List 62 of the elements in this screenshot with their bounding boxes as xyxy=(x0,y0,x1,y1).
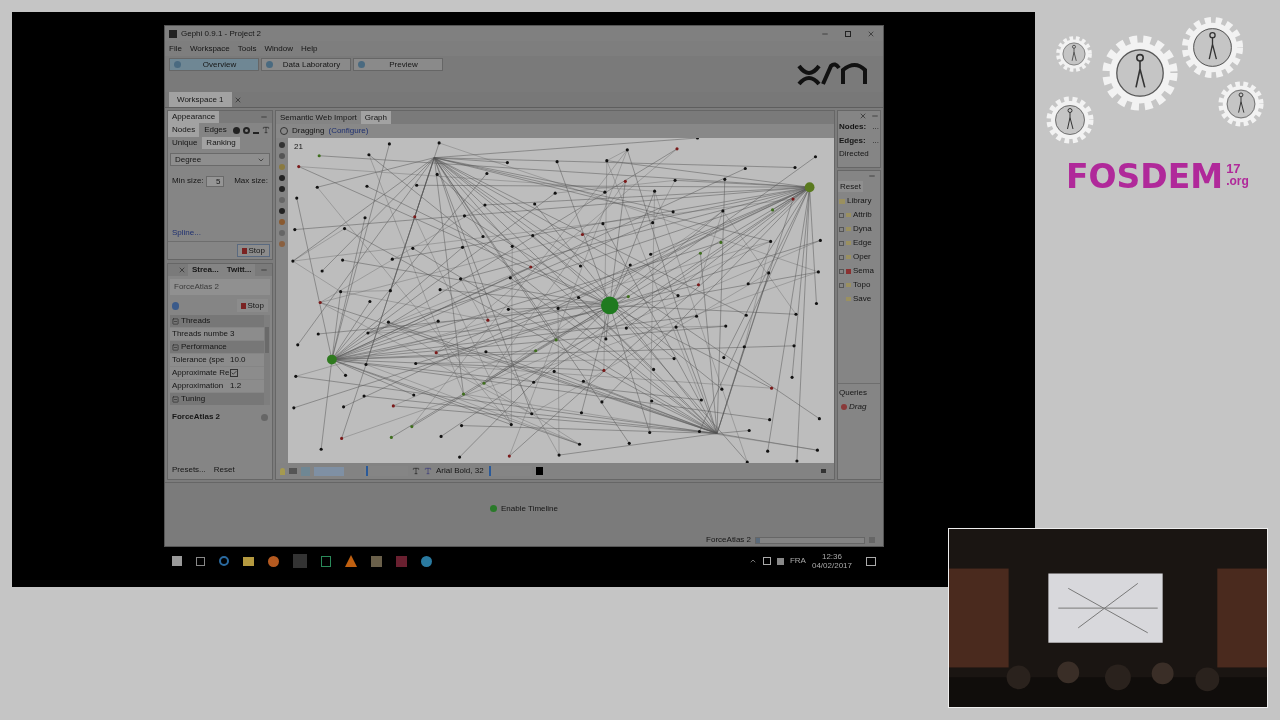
menu-item[interactable]: File xyxy=(169,42,182,55)
description-title: ForceAtlas 2 xyxy=(172,411,221,423)
property-value[interactable]: 10.0 xyxy=(230,354,246,366)
tree-item[interactable]: Edge xyxy=(853,237,872,249)
property-label: Approximation xyxy=(171,380,225,392)
menu-item[interactable]: Window xyxy=(264,42,293,55)
brand-domain: .org xyxy=(1226,175,1249,188)
reset-button[interactable]: Reset xyxy=(213,464,235,476)
tab[interactable]: Appearance xyxy=(168,111,220,123)
language-indicator[interactable]: FRA xyxy=(789,555,806,567)
property-value[interactable]: 3 xyxy=(230,328,235,340)
configure-link[interactable]: (Configure) xyxy=(328,125,369,137)
tab[interactable]: Twitt... xyxy=(222,264,256,276)
tab[interactable]: Strea... xyxy=(188,264,223,276)
tree-item[interactable]: Sema xyxy=(853,265,874,277)
min-size-label: Min size: xyxy=(172,175,204,187)
menu-item[interactable]: Workspace xyxy=(189,42,230,55)
tool-label: Dragging xyxy=(292,125,325,137)
tree-item[interactable]: Save xyxy=(853,293,872,305)
edges-label: Edges: xyxy=(839,135,866,147)
presets-button[interactable]: Presets... xyxy=(172,464,206,476)
query-item[interactable]: Drag xyxy=(849,401,867,413)
tree-item[interactable]: Oper xyxy=(853,251,871,263)
window-title: Gephi 0.9.1 - Project 2 xyxy=(181,27,262,40)
task-label: ForceAtlas 2 xyxy=(706,534,751,546)
attribute-dropdown[interactable]: Degree xyxy=(170,153,270,166)
menu-item[interactable]: Tools xyxy=(237,42,257,55)
tab[interactable]: Workspace 1 xyxy=(169,92,232,107)
clock-date: 04/02/2017 xyxy=(811,561,852,570)
tree-item[interactable]: Library xyxy=(847,195,872,207)
nodes-value: ... xyxy=(872,121,879,133)
tab[interactable]: Graph xyxy=(360,111,391,124)
spline-link[interactable]: Spline... xyxy=(172,227,201,239)
edges-value: ... xyxy=(872,135,879,147)
stop-button[interactable]: Stop xyxy=(236,299,268,312)
mode-button[interactable]: Data Laboratory xyxy=(261,58,351,71)
nodes-label: Nodes: xyxy=(839,121,867,133)
stop-button[interactable]: Stop xyxy=(236,244,270,257)
menu-item[interactable]: Help xyxy=(300,42,318,55)
min-size-field[interactable]: 5 xyxy=(205,175,224,187)
reset-button[interactable]: Reset xyxy=(838,181,863,192)
font-label: Arial Bold, 32 xyxy=(436,465,484,477)
graph-type: Directed xyxy=(839,148,870,160)
property-label: Approximate Re xyxy=(171,367,230,379)
tree-item[interactable]: Attrib xyxy=(853,209,872,221)
tab[interactable]: Ranking xyxy=(202,137,240,149)
tree-item[interactable]: Dyna xyxy=(853,223,872,235)
property-label: Tolerance (spe xyxy=(171,354,226,366)
tree-item[interactable]: Topo xyxy=(853,279,871,291)
queries-label: Queries xyxy=(839,387,868,399)
max-size-label: Max size: xyxy=(234,175,268,187)
brand-year: 17 xyxy=(1226,162,1242,175)
tab[interactable]: Nodes xyxy=(168,123,200,137)
property-value[interactable]: 1.2 xyxy=(230,380,242,392)
algorithm-dropdown[interactable]: ForceAtlas 2 xyxy=(170,279,270,295)
clock-time: 12:36 xyxy=(821,552,842,561)
tab[interactable]: Semantic Web Import xyxy=(276,111,361,124)
mode-button[interactable]: Overview xyxy=(169,58,259,71)
brand-name: FOSDEM xyxy=(1066,158,1224,196)
mode-button[interactable]: Preview xyxy=(353,58,443,71)
property-label: Threads numbe xyxy=(171,328,230,340)
enable-timeline-button[interactable]: Enable Timeline xyxy=(501,502,558,515)
